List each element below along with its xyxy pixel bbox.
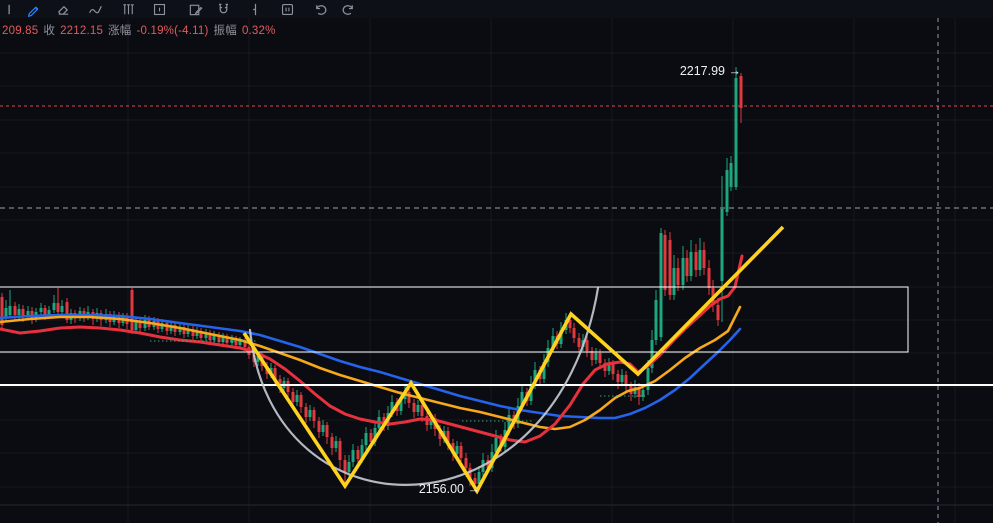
eraser-tool[interactable] [52,0,74,18]
redo-tool[interactable] [337,0,359,18]
pausebox-icon [281,3,293,15]
editbox-icon [189,4,203,15]
undo-icon [315,4,326,15]
redo-icon [342,4,353,15]
vline-icon [252,3,256,15]
low-price-label[interactable]: 2156.00 → [419,482,480,496]
boxdot-icon [153,3,165,15]
info-label: 涨幅 [108,25,132,37]
freedraw-tool[interactable] [84,0,106,18]
brush-icon [27,6,38,17]
pattern-bars-tool[interactable] [117,0,139,18]
info-label: 收 [43,25,56,37]
partial-tool[interactable] [0,0,14,18]
hide-drawings-tool[interactable] [276,0,298,18]
info-value: -0.19%(-4.11) [136,25,209,37]
freedraw-icon [88,5,102,13]
zigzag-trend-drawing[interactable] [242,225,785,495]
ohlc-info-bar: 209.85 收 2212.15 涨幅 -0.19%(-4.11) 振幅 0.32% [2,22,281,38]
drawing-toolbar [0,0,993,18]
eraser-icon [57,5,68,15]
info-value: 209.85 [2,25,39,37]
candles-series [0,67,743,490]
info-label: 振幅 [213,25,237,37]
vertical-line-tool[interactable] [244,0,266,18]
partial-icon [7,4,10,14]
magnet-icon [218,3,228,13]
undo-tool[interactable] [309,0,331,18]
info-value: 0.32% [241,25,276,37]
edit-drawing-tool[interactable] [184,0,206,18]
candlestick-chart[interactable]: 2217.99 → 2156.00 → [0,0,993,523]
brush-tool[interactable] [22,0,44,18]
info-value: 2212.15 [60,25,104,37]
high-price-label[interactable]: 2217.99 → [680,64,741,78]
bars-icon [122,3,134,14]
text-note-tool[interactable] [148,0,170,18]
magnet-tool[interactable] [212,0,234,18]
